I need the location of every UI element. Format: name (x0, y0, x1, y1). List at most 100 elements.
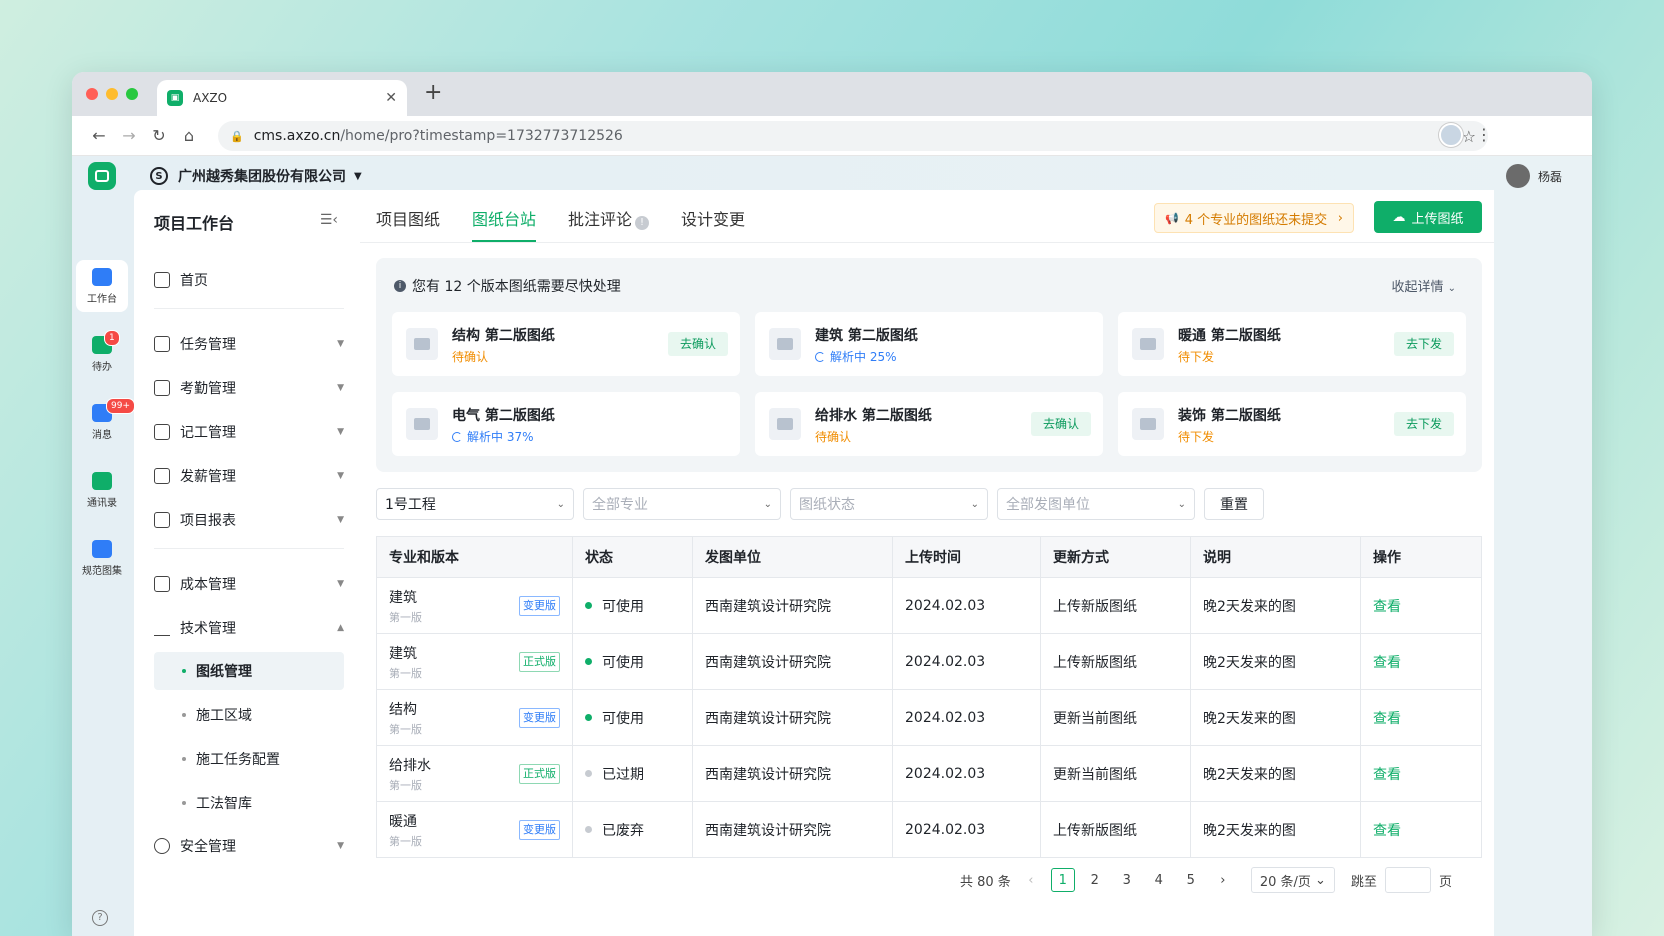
collapse-sidebar-icon[interactable]: ☰‹ (320, 212, 338, 228)
folder-icon (1132, 328, 1164, 360)
minimize-window-button[interactable] (106, 88, 118, 100)
distribute-button[interactable]: 去下发 (1393, 332, 1454, 356)
page-button[interactable]: 3 (1115, 868, 1139, 892)
major-select[interactable]: 全部专业 ⌄ (583, 488, 781, 520)
pending-notice[interactable]: 📢 4 个专业的图纸还未提交 › (1154, 203, 1354, 233)
jump-input[interactable] (1384, 867, 1431, 893)
page-button[interactable]: 5 (1179, 868, 1203, 892)
rail-item-standards[interactable]: 规范图集 (76, 532, 128, 584)
pending-card[interactable]: 给排水 第二版图纸 待确认 去确认 (755, 392, 1103, 456)
view-link[interactable]: 查看 (1373, 764, 1401, 784)
rail-item-todo[interactable]: 1 待办 (76, 328, 128, 380)
sidebar-item-worklog[interactable]: 记工管理 ▼ (154, 414, 344, 450)
sidebar-subitem-drawings[interactable]: 图纸管理 (154, 652, 344, 690)
card-status: 待确认 (815, 430, 852, 444)
sidebar-item-tasks[interactable]: 任务管理 ▼ (154, 326, 344, 362)
status-cell: 已废弃 (573, 802, 693, 857)
sidebar-item-label: 技术管理 (180, 621, 236, 637)
rail-item-contacts[interactable]: 通讯录 (76, 464, 128, 516)
chevron-down-icon: ⌄ (970, 498, 979, 510)
page-button[interactable]: 1 (1050, 868, 1075, 892)
sidebar-subitem-task-config[interactable]: 施工任务配置 (154, 740, 344, 778)
page-size-select[interactable]: 20 条/页 ⌄ (1250, 867, 1335, 893)
next-page-icon[interactable]: › (1211, 868, 1235, 892)
status-select[interactable]: 图纸状态 ⌄ (790, 488, 988, 520)
bookmark-star-icon[interactable]: ☆ (1462, 127, 1476, 146)
home-icon[interactable]: ⌂ (174, 126, 204, 145)
chevron-down-icon: ▼ (337, 471, 344, 481)
pending-card[interactable]: 装饰 第二版图纸 待下发 去下发 (1118, 392, 1466, 456)
note-cell: 晚2天发来的图 (1191, 802, 1361, 857)
maximize-window-button[interactable] (126, 88, 138, 100)
help-icon[interactable]: ? (92, 910, 108, 926)
time-cell: 2024.02.03 (893, 746, 1041, 801)
sidebar-item-payroll[interactable]: 发薪管理 ▼ (154, 458, 344, 494)
workbench-icon (92, 268, 112, 286)
action-cell: 查看 (1361, 802, 1481, 857)
user-menu[interactable]: 杨磊 (1505, 164, 1562, 188)
url-field[interactable]: 🔒 cms.axzo.cn/home/pro?timestamp=1732773… (218, 121, 1488, 151)
view-link[interactable]: 查看 (1373, 652, 1401, 672)
project-select[interactable]: 1号工程 ⌄ (376, 488, 574, 520)
company-switcher[interactable]: S 广州越秀集团股份有限公司 ▼ (150, 166, 362, 186)
new-tab-icon[interactable]: + (424, 80, 442, 105)
sidebar-subitem-area[interactable]: 施工区域 (154, 696, 344, 734)
tab-design-change[interactable]: 设计变更 (681, 206, 745, 242)
close-window-button[interactable] (86, 88, 98, 100)
rail-item-workbench[interactable]: 工作台 (76, 260, 128, 312)
sidebar-item-attendance[interactable]: 考勤管理 ▼ (154, 370, 344, 406)
pending-card[interactable]: 电气 第二版图纸 解析中 37% (392, 392, 740, 456)
view-link[interactable]: 查看 (1373, 596, 1401, 616)
page-button[interactable]: 2 (1083, 868, 1107, 892)
close-tab-icon[interactable]: ✕ (385, 90, 397, 106)
mode-cell: 上传新版图纸 (1041, 634, 1191, 689)
tech-icon (154, 620, 170, 636)
reload-icon[interactable]: ↻ (144, 126, 174, 145)
home-icon (154, 272, 170, 288)
browser-menu-icon[interactable]: ⋮ (1476, 125, 1492, 144)
page-button[interactable]: 4 (1147, 868, 1171, 892)
unit-cell: 西南建筑设计研究院 (693, 802, 893, 857)
pending-card[interactable]: 暖通 第二版图纸 待下发 去下发 (1118, 312, 1466, 376)
tab-drawing-station[interactable]: 图纸台站 (472, 206, 537, 242)
pending-card[interactable]: 结构 第二版图纸 待确认 去确认 (392, 312, 740, 376)
rail-label: 通讯录 (87, 498, 117, 509)
unit-select[interactable]: 全部发图单位 ⌄ (997, 488, 1195, 520)
pending-card[interactable]: 建筑 第二版图纸 解析中 25% (755, 312, 1103, 376)
browser-tab[interactable]: ▣ AXZO ✕ (157, 80, 407, 116)
spec-cell: 建筑 第一版 正式版 (377, 634, 573, 689)
reset-button[interactable]: 重置 (1204, 488, 1264, 520)
panel-title-text: 您有 12 个版本图纸需要尽快处理 (412, 279, 621, 295)
bullet-icon (182, 801, 186, 805)
spec-version: 第一版 (389, 835, 422, 848)
sidebar-item-home[interactable]: 首页 (154, 262, 344, 298)
view-link[interactable]: 查看 (1373, 820, 1401, 840)
tab-comments[interactable]: 批注评论! (568, 206, 650, 242)
rail-item-messages[interactable]: 99+ 消息 (76, 396, 135, 448)
sidebar-subitem-methods[interactable]: 工法智库 (154, 784, 344, 822)
sidebar-item-label: 成本管理 (180, 577, 236, 593)
sidebar-item-safety[interactable]: 安全管理 ▼ (154, 828, 344, 864)
sidebar-item-cost[interactable]: 成本管理 ▼ (154, 566, 344, 602)
message-icon: 99+ (92, 398, 135, 422)
upload-drawing-button[interactable]: ☁ 上传图纸 (1374, 201, 1482, 233)
forward-icon[interactable]: → (114, 126, 144, 145)
unit-cell: 西南建筑设计研究院 (693, 746, 893, 801)
wallet-icon (154, 468, 170, 484)
view-link[interactable]: 查看 (1373, 708, 1401, 728)
prev-page-icon[interactable]: ‹ (1019, 868, 1043, 892)
company-name: 广州越秀集团股份有限公司 (178, 169, 346, 185)
confirm-button[interactable]: 去确认 (667, 332, 728, 356)
chevron-down-icon: ▼ (337, 339, 344, 349)
sidebar-item-reports[interactable]: 项目报表 ▼ (154, 502, 344, 538)
collapse-details-button[interactable]: 收起详情 ⌄ (1391, 276, 1456, 295)
back-icon[interactable]: ← (84, 126, 114, 145)
tab-project-drawings[interactable]: 项目图纸 (376, 206, 440, 242)
distribute-button[interactable]: 去下发 (1393, 412, 1454, 436)
confirm-button[interactable]: 去确认 (1030, 412, 1091, 436)
note-cell: 晚2天发来的图 (1191, 578, 1361, 633)
mode-cell: 上传新版图纸 (1041, 578, 1191, 633)
status-text: 已废弃 (602, 822, 644, 839)
profile-avatar[interactable] (1439, 123, 1463, 147)
sidebar-item-tech[interactable]: 技术管理 ▲ (154, 610, 344, 646)
